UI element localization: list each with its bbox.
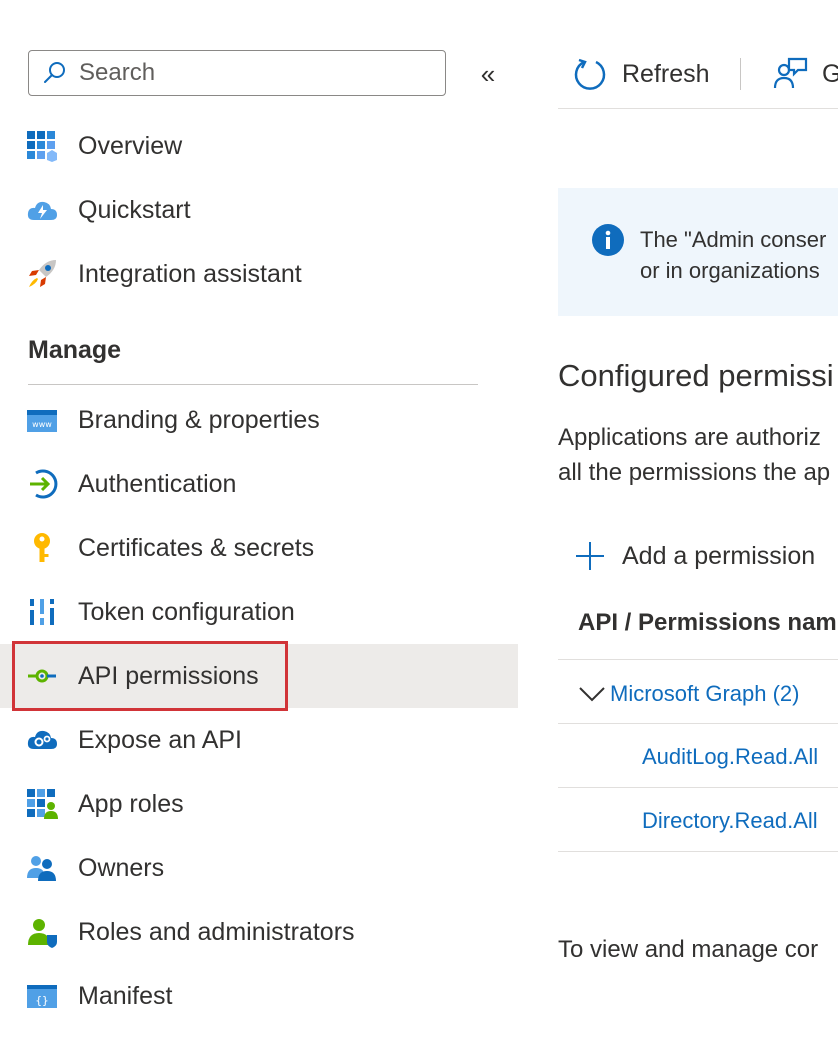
nav-item-label: Integration assistant <box>78 260 302 288</box>
rocket-icon <box>29 260 56 287</box>
token-bars-icon <box>28 599 56 625</box>
nav-item-label: App roles <box>78 790 184 818</box>
search-box[interactable] <box>28 50 446 96</box>
nav-item-label: Overview <box>78 132 183 160</box>
owners-people-icon <box>27 856 56 881</box>
nav-item-integration-assistant[interactable]: Integration assistant <box>0 242 518 306</box>
permission-link-auditlog-read-all[interactable]: AuditLog.Read.All <box>642 744 818 770</box>
table-divider <box>558 723 838 724</box>
permission-link-directory-read-all[interactable]: Directory.Read.All <box>642 808 818 834</box>
overview-grid-icon <box>27 131 57 162</box>
content-pane <box>558 0 838 1042</box>
feedback-button[interactable]: G <box>772 54 838 94</box>
nav-item-label: Token configuration <box>78 598 295 626</box>
info-banner-text: The "Admin conser or in organizations <box>640 224 826 286</box>
toolbar-divider <box>558 108 838 109</box>
nav-item-token-configuration[interactable]: Token configuration <box>0 580 518 644</box>
configured-permissions-title: Configured permissi <box>558 358 834 393</box>
nav-item-label: Manifest <box>78 982 173 1010</box>
refresh-icon <box>574 58 606 90</box>
toolbar-separator <box>740 58 741 90</box>
refresh-button[interactable]: Refresh <box>572 54 710 94</box>
api-permissions-icon <box>28 669 56 683</box>
key-icon <box>34 533 50 562</box>
sign-in-arrow-icon <box>30 469 58 499</box>
plus-icon <box>576 542 604 570</box>
nav-item-label: Expose an API <box>78 726 243 754</box>
table-divider <box>558 659 838 660</box>
double-chevron-left-icon: « <box>480 58 496 89</box>
app-roles-icon <box>27 789 58 819</box>
www-window-icon: www <box>27 410 57 432</box>
footer-text: To view and manage cor <box>558 936 819 963</box>
add-permission-label: Add a permission <box>622 541 816 570</box>
nav-item-manifest[interactable]: {} Manifest <box>0 964 518 1028</box>
nav-item-certificates-secrets[interactable]: Certificates & secrets <box>0 516 518 580</box>
add-permission-button[interactable]: Add a permission <box>574 536 815 576</box>
roles-admin-icon <box>28 919 57 948</box>
table-group-row[interactable]: Microsoft Graph (2) <box>578 674 800 714</box>
configured-permissions-description: Applications are authoriz all the permis… <box>558 420 830 490</box>
nav-item-label: Certificates & secrets <box>78 534 315 562</box>
search-input[interactable] <box>77 58 421 88</box>
manage-section-heading: Manage <box>28 336 122 364</box>
cloud-gear-icon <box>27 730 57 749</box>
info-banner-line: or in organizations <box>640 258 820 283</box>
info-banner: The "Admin conser or in organizations <box>558 188 838 316</box>
manifest-braces-icon: {} <box>27 985 57 1008</box>
nav-item-quickstart[interactable]: Quickstart <box>0 178 518 242</box>
svg-text:{}: {} <box>35 994 48 1007</box>
group-label-microsoft-graph[interactable]: Microsoft Graph (2) <box>610 681 800 707</box>
nav-item-label: Roles and administrators <box>78 918 355 946</box>
table-divider <box>558 851 838 852</box>
search-icon <box>44 62 65 83</box>
nav-item-label: API permissions <box>78 662 259 690</box>
quickstart-cloud-icon <box>27 201 57 220</box>
nav-item-app-roles[interactable]: App roles <box>0 772 518 836</box>
svg-text:www: www <box>32 420 52 429</box>
nav-item-label: Authentication <box>78 470 237 498</box>
nav-item-owners[interactable]: Owners <box>0 836 518 900</box>
info-banner-line: The "Admin conser <box>640 227 827 252</box>
nav-item-overview[interactable]: Overview <box>0 114 518 178</box>
description-line: all the permissions the ap <box>558 459 831 486</box>
chevron-down-icon <box>579 687 605 702</box>
nav-item-label: Owners <box>78 854 165 882</box>
nav-item-roles-administrators[interactable]: Roles and administrators <box>0 900 518 964</box>
nav-item-label: Branding & properties <box>78 406 320 434</box>
nav-item-expose-an-api[interactable]: Expose an API <box>0 708 518 772</box>
column-header-api-permissions: API / Permissions nam <box>578 609 837 636</box>
feedback-label: G <box>822 59 838 88</box>
feedback-person-icon <box>773 57 808 89</box>
section-divider <box>28 384 478 385</box>
table-divider <box>558 787 838 788</box>
refresh-label: Refresh <box>622 59 710 88</box>
collapse-nav-button[interactable]: « <box>476 58 500 89</box>
info-icon <box>592 224 624 256</box>
nav-item-label: Quickstart <box>78 196 191 224</box>
description-line: Applications are authoriz <box>558 424 821 451</box>
nav-item-api-permissions[interactable]: API permissions <box>0 644 518 708</box>
nav-item-branding-properties[interactable]: www Branding & properties <box>0 388 518 452</box>
nav-item-authentication[interactable]: Authentication <box>0 452 518 516</box>
